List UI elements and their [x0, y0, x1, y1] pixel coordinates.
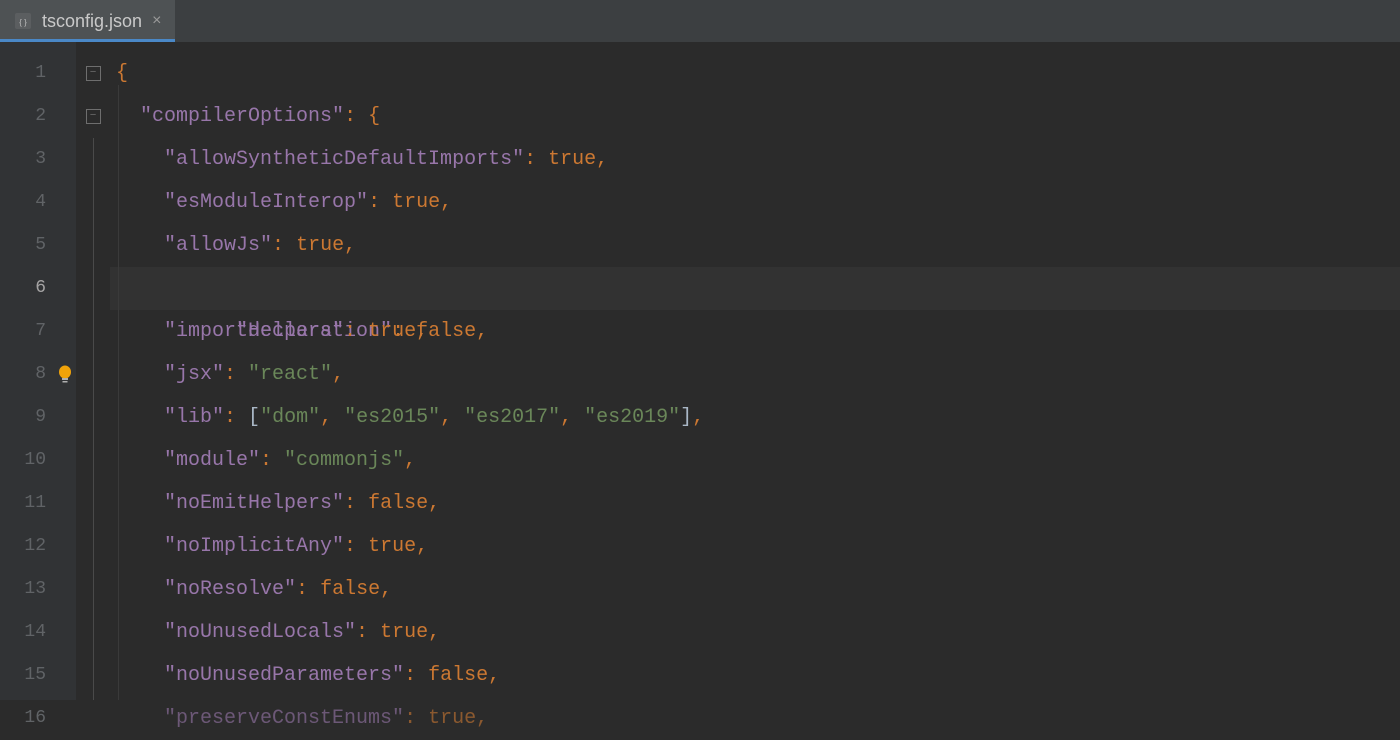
fold-toggle[interactable]: −	[76, 95, 110, 138]
svg-text:{ }: { }	[19, 18, 27, 27]
code-line[interactable]: "compilerOptions": {	[110, 95, 1400, 138]
code-line[interactable]: "lib": ["dom", "es2015", "es2017", "es20…	[110, 396, 1400, 439]
code-line[interactable]: "noResolve": false,	[110, 568, 1400, 611]
code-line[interactable]: {	[110, 52, 1400, 95]
line-number: 12	[0, 525, 76, 568]
line-number: 16	[0, 697, 76, 740]
code-line[interactable]: "allowSyntheticDefaultImports": true,	[110, 138, 1400, 181]
fold-column: − −	[76, 42, 110, 700]
tab-label: tsconfig.json	[42, 11, 142, 32]
tsconfig-file-icon: { }	[14, 12, 32, 30]
code-editor[interactable]: 12345678910111213141516 − − { "compilerO…	[0, 42, 1400, 700]
code-line[interactable]: "allowJs": true,	[110, 224, 1400, 267]
line-number: 7	[0, 310, 76, 353]
code-line[interactable]: "jsx": "react",	[110, 353, 1400, 396]
line-number: 10	[0, 439, 76, 482]
code-line[interactable]: "preserveConstEnums": true,	[110, 697, 1400, 740]
lightbulb-icon[interactable]	[54, 353, 76, 396]
line-number: 14	[0, 611, 76, 654]
line-number: 13	[0, 568, 76, 611]
fold-toggle[interactable]: −	[76, 52, 110, 95]
code-line[interactable]: "noUnusedParameters": false,	[110, 654, 1400, 697]
code-line[interactable]: "noImplicitAny": true,	[110, 525, 1400, 568]
code-area[interactable]: { "compilerOptions": { "allowSyntheticDe…	[110, 42, 1400, 700]
tab-tsconfig[interactable]: { } tsconfig.json ×	[0, 0, 175, 42]
code-line[interactable]: "importHelpers": true,	[110, 310, 1400, 353]
close-icon[interactable]: ×	[152, 12, 161, 30]
code-line[interactable]: "noUnusedLocals": true,	[110, 611, 1400, 654]
line-number: 2	[0, 95, 76, 138]
line-number: 3	[0, 138, 76, 181]
line-number: 15	[0, 654, 76, 697]
line-number: 6	[0, 267, 76, 310]
line-number: 9	[0, 396, 76, 439]
line-number: 1	[0, 52, 76, 95]
code-line[interactable]: "declaration": false,	[110, 267, 1400, 310]
line-number: 4	[0, 181, 76, 224]
code-line[interactable]: "module": "commonjs",	[110, 439, 1400, 482]
tab-bar: { } tsconfig.json ×	[0, 0, 1400, 42]
line-number: 11	[0, 482, 76, 525]
code-line[interactable]: "esModuleInterop": true,	[110, 181, 1400, 224]
code-line[interactable]: "noEmitHelpers": false,	[110, 482, 1400, 525]
line-number: 5	[0, 224, 76, 267]
